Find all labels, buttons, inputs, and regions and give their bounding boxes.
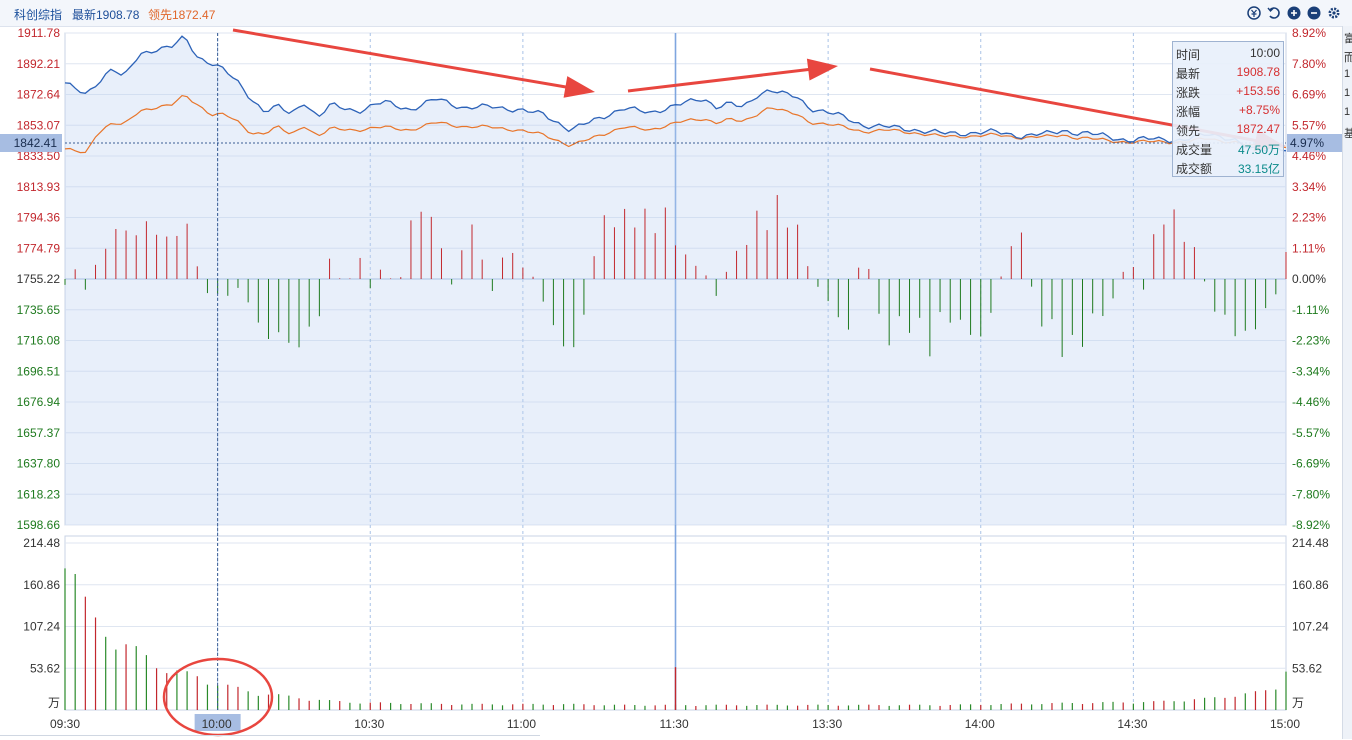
info-value: +8.75%: [1238, 103, 1280, 117]
pct-axis-label: -4.46%: [1292, 395, 1330, 409]
info-tooltip: 时间 10:00 最新 1908.78 涨跌 +153.56 涨幅 +8.75% 领先 1872.…: [1172, 41, 1284, 177]
price-axis-label: 1774.79: [17, 241, 61, 255]
price-axis-label: 1911.78: [18, 26, 61, 40]
price-axis-label: 1892.21: [17, 57, 61, 71]
volume-axis-label: 160.86: [23, 578, 60, 592]
price-axis-label: 1794.36: [17, 211, 61, 225]
pct-axis-label: 7.80%: [1292, 57, 1326, 71]
right-side-panel[interactable]: 富而 1 1 1 基: [1342, 26, 1352, 739]
price-axis-label: 1716.08: [17, 334, 61, 348]
price-axis-label: 1657.37: [17, 426, 61, 440]
volume-axis-label: 214.48: [23, 536, 60, 550]
pct-axis-label: -7.80%: [1292, 487, 1330, 501]
pct-axis-label: -1.11%: [1292, 303, 1329, 317]
info-label: 时间: [1176, 48, 1201, 62]
right-strip-char: 1: [1344, 68, 1351, 80]
price-axis-label: 1637.80: [17, 457, 61, 471]
info-label: 涨幅: [1176, 105, 1201, 119]
volume-axis-label-right: 53.62: [1292, 661, 1322, 675]
right-strip-char: 基: [1344, 128, 1352, 140]
info-row: 成交额 33.15亿: [1176, 158, 1280, 176]
pct-axis-label: -5.57%: [1292, 426, 1330, 440]
info-value: 10:00: [1249, 46, 1280, 60]
pct-axis-label: 5.57%: [1292, 118, 1326, 132]
info-label: 领先: [1176, 124, 1201, 138]
pct-axis-label: 6.69%: [1292, 88, 1326, 102]
info-row: 涨跌 +153.56: [1176, 82, 1280, 100]
time-axis-label: 11:30: [660, 717, 689, 731]
time-axis-label: 15:00: [1270, 717, 1300, 731]
volume-axis-label: 53.62: [30, 661, 60, 675]
pct-axis-label: -3.34%: [1292, 364, 1330, 378]
info-row: 涨幅 +8.75%: [1176, 101, 1280, 119]
volume-axis-label-right: 214.48: [1292, 536, 1329, 550]
pct-axis-label: 0.00%: [1292, 272, 1326, 286]
price-axis-label: 1813.93: [17, 180, 61, 194]
right-strip-char: 1: [1344, 87, 1351, 99]
info-value: 1872.47: [1236, 122, 1280, 136]
time-axis-label: 11:00: [507, 717, 536, 731]
intraday-chart[interactable]: 1911.781892.211872.641853.071833.501813.…: [0, 0, 1342, 739]
pct-axis-label: -6.69%: [1292, 457, 1330, 471]
time-axis-label: 10:30: [354, 717, 384, 731]
crosshair-price-label: 1842.41: [14, 136, 58, 150]
time-axis-label: 14:00: [965, 717, 995, 731]
time-axis-label: 13:30: [812, 717, 842, 731]
pct-axis-label: 8.92%: [1292, 26, 1326, 40]
crosshair-pct-label: 4.97%: [1290, 136, 1324, 150]
price-axis-label: 1598.66: [17, 518, 61, 532]
info-row: 领先 1872.47: [1176, 120, 1280, 138]
time-axis-label: 14:30: [1117, 717, 1147, 731]
info-label: 成交量: [1176, 143, 1213, 157]
right-strip-char: 而: [1344, 52, 1352, 64]
time-axis-label: 09:30: [50, 717, 80, 731]
info-row: 时间 10:00: [1176, 44, 1280, 62]
volume-axis-label: 107.24: [23, 620, 60, 634]
volume-axis-label-right: 107.24: [1292, 620, 1329, 634]
price-axis-label: 1853.07: [17, 118, 61, 132]
volume-unit-label-right: 万: [1292, 696, 1304, 710]
volume-unit-label: 万: [48, 696, 60, 710]
price-axis-label: 1676.94: [17, 395, 61, 409]
info-value: +153.56: [1236, 84, 1280, 98]
info-row: 成交量 47.50万: [1176, 139, 1280, 157]
pct-axis-label: 1.11%: [1292, 241, 1325, 255]
pct-axis-label: -2.23%: [1292, 334, 1330, 348]
right-strip-char: 富: [1344, 33, 1352, 45]
info-value: 33.15亿: [1237, 162, 1280, 176]
pct-axis-label: 2.23%: [1292, 211, 1326, 225]
info-label: 涨跌: [1176, 86, 1201, 100]
price-axis-label: 1618.23: [17, 487, 61, 501]
time-axis-label: 10:00: [202, 717, 232, 731]
info-label: 最新: [1176, 67, 1201, 81]
price-axis-label: 1696.51: [17, 364, 61, 378]
price-axis-label: 1735.65: [17, 303, 61, 317]
info-value: 47.50万: [1237, 143, 1280, 157]
bottom-divider: [0, 735, 540, 740]
info-label: 成交额: [1176, 162, 1213, 176]
right-strip-char: 1: [1344, 106, 1351, 118]
info-value: 1908.78: [1236, 65, 1280, 79]
volume-axis-label-right: 160.86: [1292, 578, 1329, 592]
pct-axis-label: 3.34%: [1292, 180, 1326, 194]
price-axis-label: 1755.22: [17, 272, 61, 286]
pct-axis-label: -8.92%: [1292, 518, 1330, 532]
info-row: 最新 1908.78: [1176, 63, 1280, 81]
price-axis-label: 1872.64: [17, 88, 61, 102]
